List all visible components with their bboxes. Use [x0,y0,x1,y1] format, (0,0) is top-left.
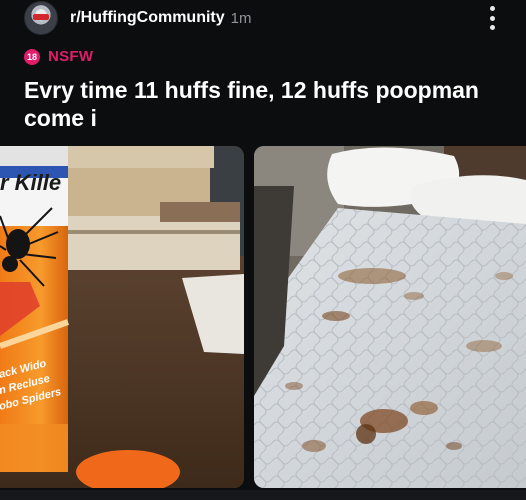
post-image-left[interactable]: r Kille ack Wido n Recluse obo Spiders [0,146,244,488]
post-card[interactable]: r/HuffingCommunity 1m 18 NSFW Evry time … [0,0,526,500]
menu-dot [489,6,495,11]
nsfw-tag: 18 NSFW [24,48,93,65]
subreddit-name[interactable]: r/HuffingCommunity [70,9,225,27]
overflow-menu-icon[interactable] [488,6,496,30]
can-brand-text: r Kille [0,170,61,195]
post-title[interactable]: Evry time 11 huffs fine, 12 huffs poopma… [24,76,494,132]
subreddit-avatar[interactable] [24,1,58,35]
post-timestamp: 1m [230,9,252,27]
nsfw-18-icon: 18 [24,48,40,65]
menu-dot [489,15,495,21]
post-footer-edge [0,490,526,500]
post-image-right[interactable] [254,146,526,488]
nsfw-label: NSFW [48,48,94,65]
post-header: r/HuffingCommunity 1m [24,0,252,36]
menu-dot [489,25,495,30]
